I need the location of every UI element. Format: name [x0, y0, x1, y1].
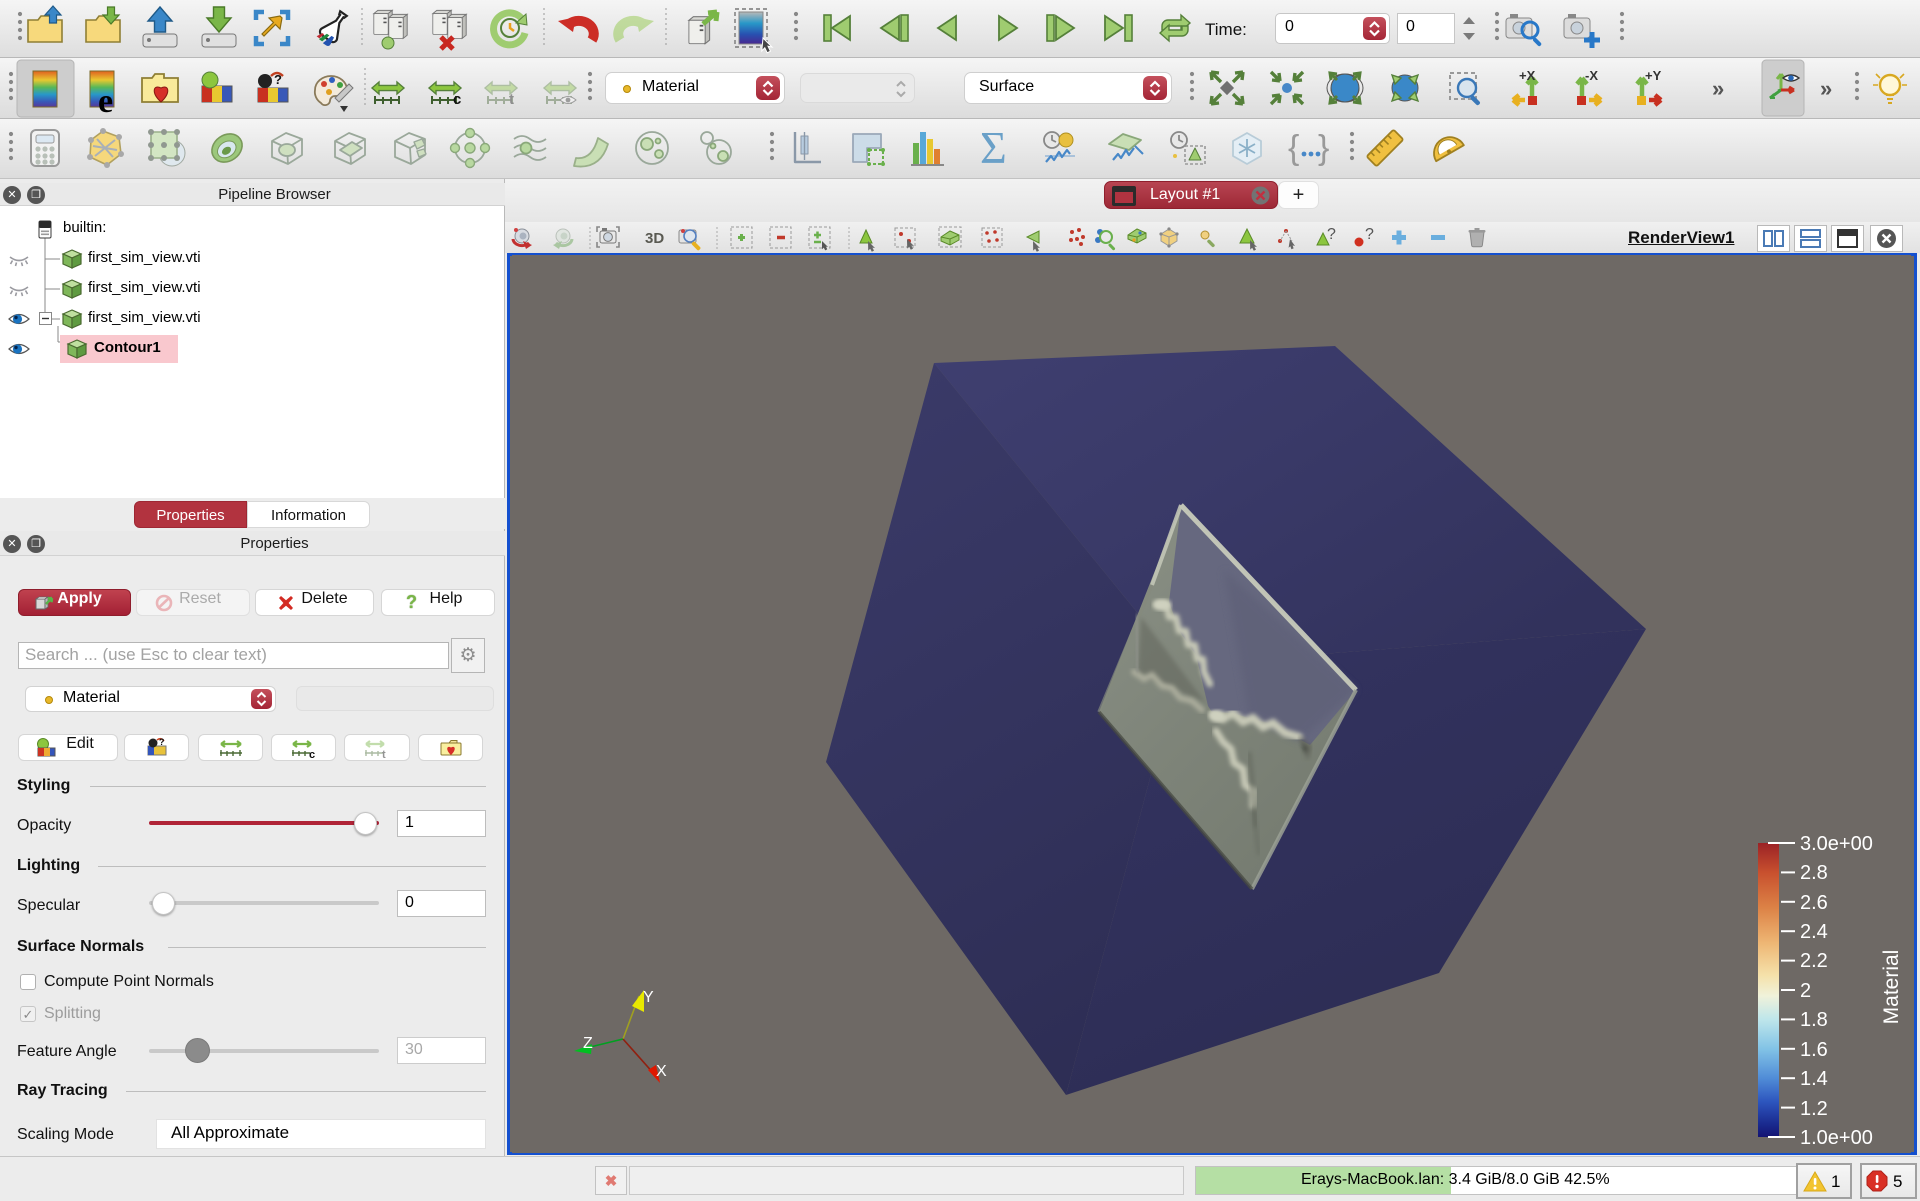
svg-text:+X: +X	[1519, 68, 1536, 83]
svg-text:?: ?	[274, 72, 282, 87]
svg-text:t: t	[382, 749, 386, 759]
svg-text:+Y: +Y	[1645, 68, 1662, 83]
svg-text:X: X	[656, 1063, 667, 1080]
svg-text:Z: Z	[583, 1035, 593, 1052]
svg-text:1.6: 1.6	[1800, 1039, 1828, 1061]
svg-text:2: 2	[1800, 980, 1811, 1002]
svg-text:Y: Y	[643, 989, 654, 1006]
svg-text:»: »	[1820, 76, 1832, 101]
svg-text:e: e	[98, 83, 113, 120]
svg-text:Time:: Time:	[1205, 20, 1247, 39]
svg-text:?: ?	[1365, 226, 1374, 243]
svg-text:»: »	[1712, 76, 1724, 101]
svg-text:1.2: 1.2	[1800, 1098, 1828, 1120]
svg-text:}: }	[1318, 129, 1329, 167]
svg-text:c: c	[453, 91, 461, 108]
svg-text:3.0e+00: 3.0e+00	[1800, 833, 1873, 855]
svg-text:-X: -X	[1585, 68, 1598, 83]
svg-text:c: c	[309, 749, 315, 759]
svg-text:1.8: 1.8	[1800, 1009, 1828, 1031]
svg-text:3D: 3D	[645, 230, 664, 247]
svg-text:1.4: 1.4	[1800, 1068, 1828, 1090]
svg-text:?: ?	[159, 737, 165, 747]
svg-text:Σ: Σ	[980, 122, 1007, 173]
svg-text:2.8: 2.8	[1800, 862, 1828, 884]
svg-text:Material: Material	[1880, 950, 1903, 1025]
svg-text:t: t	[509, 91, 514, 108]
svg-text:?: ?	[1327, 226, 1336, 243]
svg-text:2.2: 2.2	[1800, 950, 1828, 972]
svg-text:1.0e+00: 1.0e+00	[1800, 1127, 1873, 1149]
svg-text:2.6: 2.6	[1800, 892, 1828, 914]
svg-text:{: {	[1288, 129, 1299, 167]
svg-text:2.4: 2.4	[1800, 921, 1828, 943]
